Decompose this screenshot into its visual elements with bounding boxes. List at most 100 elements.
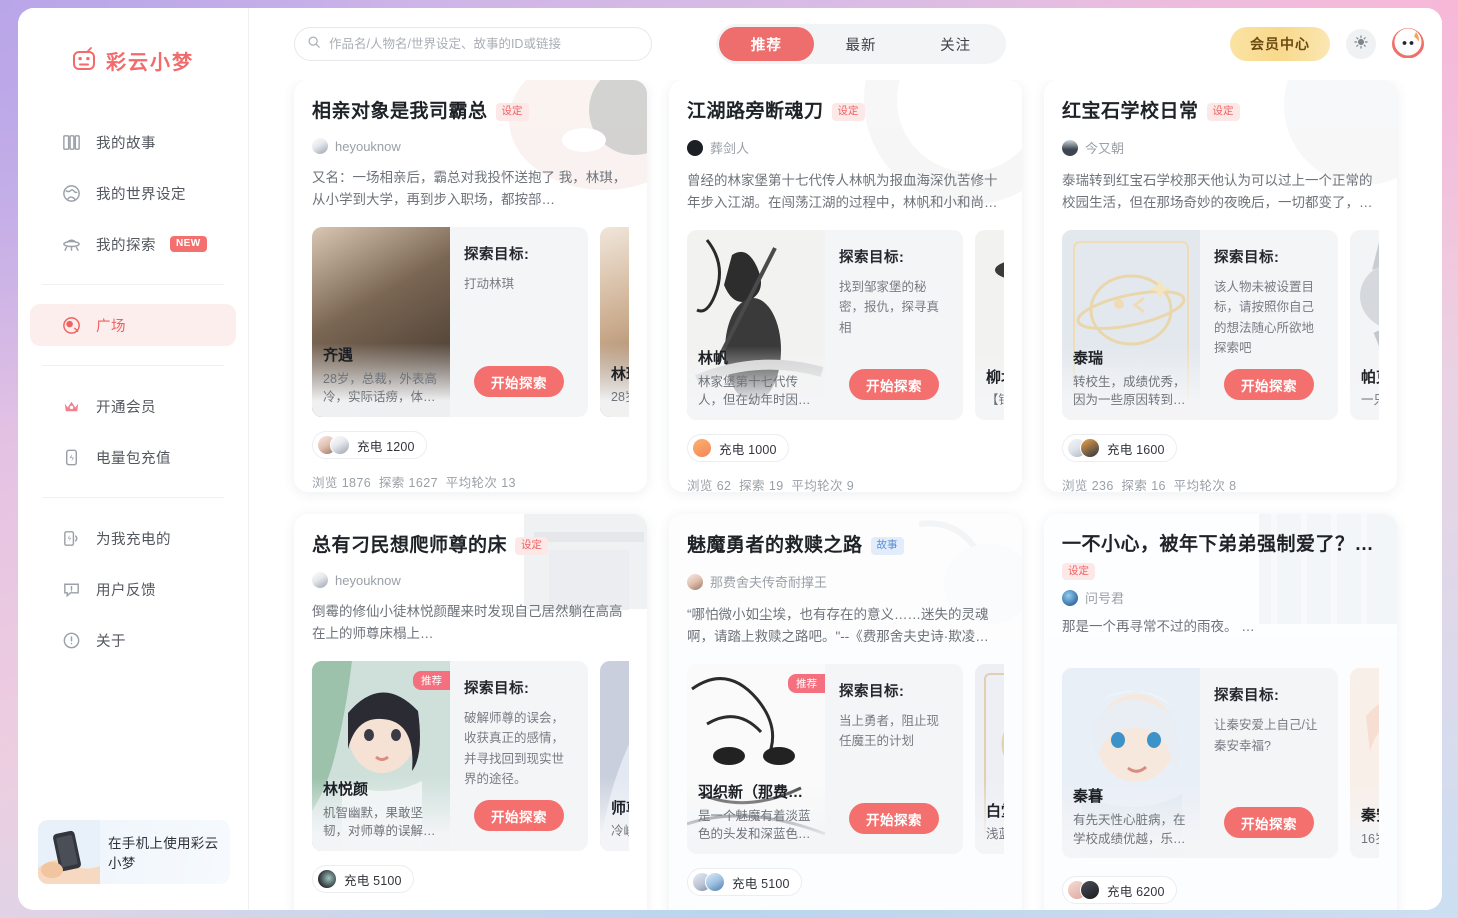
sidebar-item-plaza[interactable]: 广场 [30,304,236,346]
story-card[interactable]: 红宝石学校日常 设定 今又朝 泰瑞转到红宝石学校那天他认为可以过上一个正常的 校… [1044,80,1397,492]
story-card[interactable]: 总有刁民想爬师尊的床 设定 heyouknow 倒霉的修仙小徒林悦颜醒来时发现自… [294,514,647,910]
card-stats: 浏览 656 探索 454 平均轮次 11 [312,906,629,910]
start-exploration-button[interactable]: 开始探索 [474,800,564,831]
character-track: 泰瑞 转校生，成绩优秀，因为一些原因转到… 探索目标: 该人物未被设置目标，请按… [1062,230,1379,420]
character-track: 齐遇 28岁，总裁，外表高冷，实际话痨，体… 探索目标: 打动林琪 开始探索 林… [312,227,629,417]
search-box[interactable] [294,27,652,61]
character-strip: 推荐 林悦颜 机智幽默，果敢坚韧，对师尊的误解… 探索目标: 破解师尊的误会，收… [312,661,629,851]
theme-toggle-button[interactable] [1346,29,1376,59]
charge-pill[interactable]: 充电 5100 [687,868,802,896]
story-card-grid: 相亲对象是我司霸总 设定 heyouknow 又名：一场相亲后，霸总对我投怀送抱… [294,80,1424,910]
story-card[interactable]: 江湖路旁断魂刀 设定 葬剑人 曾经的林家堡第十七代传人林帆为报血海深仇苦修十 年… [669,80,1022,492]
charge-pill[interactable]: 充电 1600 [1062,434,1177,462]
portrait-label: 泰瑞 转校生，成绩优秀，因为一些原因转到… [1073,349,1192,410]
card-author[interactable]: 问号君 [1062,588,1379,607]
tab-recommend[interactable]: 推荐 [719,27,814,61]
story-card[interactable]: 相亲对象是我司霸总 设定 heyouknow 又名：一场相亲后，霸总对我投怀送抱… [294,80,647,492]
portrait-label: 秦暮 有先天性心脏病，在学校成绩优越，乐… [1073,787,1192,848]
character-desc: 28岁，大咧咧 [611,390,629,405]
card-author[interactable]: 今又朝 [1062,138,1379,157]
character-name: 白堂 [986,802,1004,820]
card-title: 总有刁民想爬师尊的床 [312,535,508,557]
character-name: 秦安 [1361,807,1379,825]
search-input[interactable] [329,37,639,51]
sidebar-item-about[interactable]: 关于 [30,619,236,661]
main-area: 推荐 最新 关注 会员中心 [249,8,1442,910]
character-strip: 推荐 羽织新（那费舍… 是一个魅魔有着淡蓝色的头发和深蓝色… 探索目标: 当上勇… [687,664,1004,854]
stat-views-label: 浏览 [687,479,713,492]
card-footer: 充电 5100 浏览 220 探索 30 平均轮次 4 [687,868,1004,910]
character-desc: 是一个魅魔有着淡蓝色的头发和深蓝色… [698,808,811,842]
topbar-right: 会员中心 [1230,27,1424,61]
stat-rounds-value: 13 [501,476,516,490]
ufo-icon [60,233,82,255]
stat-views-value: 236 [1091,479,1114,492]
card-description: 泰瑞转到红宝石学校那天他认为可以过上一个正常的 校园生活，但在那场奇妙的夜晚后，… [1062,173,1373,210]
portrait-label: 羽织新（那费舍… 是一个魅魔有着淡蓝色的头发和深蓝色… [698,783,817,844]
character-portrait: 林琪 28岁，大咧咧 [600,227,629,417]
character-portrait: 秦安 16岁因母双双 [1350,668,1379,859]
charge-pill[interactable]: 充电 5100 [312,865,414,893]
sidebar-item-charged-for-me[interactable]: 为我充电的 [30,517,236,559]
globe-icon [60,182,82,204]
start-exploration-button[interactable]: 开始探索 [1224,807,1314,839]
card-author[interactable]: 那费舍夫传奇耐撑王 [687,572,1004,591]
avatar [687,139,703,156]
story-card[interactable]: 魅魔勇者的救赎之路 故事 那费舍夫传奇耐撑王 “哪怕微小如尘埃，也有存在的意义…… [669,514,1022,910]
character-desc: 林家堡第十七代传人，但在幼年时因… [698,374,811,408]
stat-explores-value: 16 [1151,479,1166,492]
app-window: 彩云小梦 我的故事 我的世界设定 我的探索 NEW 广场 开通会员 电量包充值 … [18,8,1442,910]
card-type-tag: 设定 [1206,103,1240,121]
member-center-button[interactable]: 会员中心 [1230,27,1330,61]
recommend-badge: 推荐 [413,671,450,690]
card-stats: 浏览 1876 探索 1627 平均轮次 13 [312,472,629,491]
user-avatar-button[interactable] [1392,28,1424,60]
character-panel: 齐遇 28岁，总裁，外表高冷，实际话痨，体… 探索目标: 打动林琪 开始探索 [312,227,588,417]
card-inner: 总有刁民想爬师尊的床 设定 heyouknow 倒霉的修仙小徒林悦颜醒来时发现自… [312,532,629,910]
card-type-tag: 设定 [1062,562,1095,581]
card-author[interactable]: heyouknow [312,572,629,588]
card-author[interactable]: 葬剑人 [687,138,1004,157]
charge-pill[interactable]: 充电 6200 [1062,876,1177,905]
stat-explores-label: 探索 [378,476,405,490]
tab-following[interactable]: 关注 [908,27,1003,61]
stat-explores-label: 探索 [739,479,765,492]
sidebar-item-my-worlds[interactable]: 我的世界设定 [30,172,236,214]
character-desc: 转校生，成绩优秀，因为一些原因转到… [1073,374,1186,408]
sidebar-item-label: 关于 [96,633,126,650]
charger-avatars [1067,438,1100,458]
charge-amount: 充电 1600 [1107,442,1165,457]
goal-title: 探索目标: [839,684,905,700]
charge-pill[interactable]: 充电 1200 [312,431,427,459]
start-exploration-button[interactable]: 开始探索 [849,803,939,834]
charger-avatars [692,872,725,892]
sidebar-item-label: 我的故事 [96,135,156,152]
start-exploration-button[interactable]: 开始探索 [1224,369,1314,400]
start-exploration-button[interactable]: 开始探索 [474,366,564,397]
card-title: 一不小心，被年下弟弟强制爱了？… [1062,534,1375,555]
sidebar-item-power-recharge[interactable]: 电量包充值 [30,436,236,478]
card-author[interactable]: heyouknow [312,138,629,154]
sidebar-item-my-explorations[interactable]: 我的探索 NEW [30,223,236,265]
character-panel: 师尊 冷峻高谨，对 [600,661,629,851]
portrait-label: 秦安 16岁因母双双 [1361,806,1379,848]
story-card[interactable]: 一不小心，被年下弟弟强制爱了？… 设定 问号君 那是一个再寻常不过的雨夜。 … [1044,514,1397,910]
character-panel: 林琪 28岁，大咧咧 [600,227,629,417]
brand[interactable]: 彩云小梦 [18,40,248,80]
avatar [705,872,725,892]
card-footer: 充电 1000 浏览 62 探索 19 平均轮次 9 [687,434,1004,492]
sidebar-item-feedback[interactable]: 用户反馈 [30,568,236,610]
charge-pill[interactable]: 充电 1000 [687,434,789,462]
stat-rounds-value: 9 [846,479,855,492]
sidebar-item-my-stories[interactable]: 我的故事 [30,121,236,163]
card-inner: 红宝石学校日常 设定 今又朝 泰瑞转到红宝石学校那天他认为可以过上一个正常的 校… [1062,98,1379,492]
start-exploration-button[interactable]: 开始探索 [849,369,939,400]
mobile-app-promo[interactable]: 在手机上使用彩云小梦 [38,820,230,884]
tab-latest[interactable]: 最新 [814,27,909,61]
sidebar-item-label: 我的探索 [96,237,156,254]
feed-content: 相亲对象是我司霸总 设定 heyouknow 又名：一场相亲后，霸总对我投怀送抱… [249,80,1442,910]
sidebar-item-become-member[interactable]: 开通会员 [30,385,236,427]
app-logo-icon [70,46,98,74]
exploration-goal: 探索目标: 当上勇者，阻止现任魔王的计划 开始探索 [825,664,963,854]
character-portrait: 推荐 林悦颜 机智幽默，果敢坚韧，对师尊的误解… [312,661,450,851]
